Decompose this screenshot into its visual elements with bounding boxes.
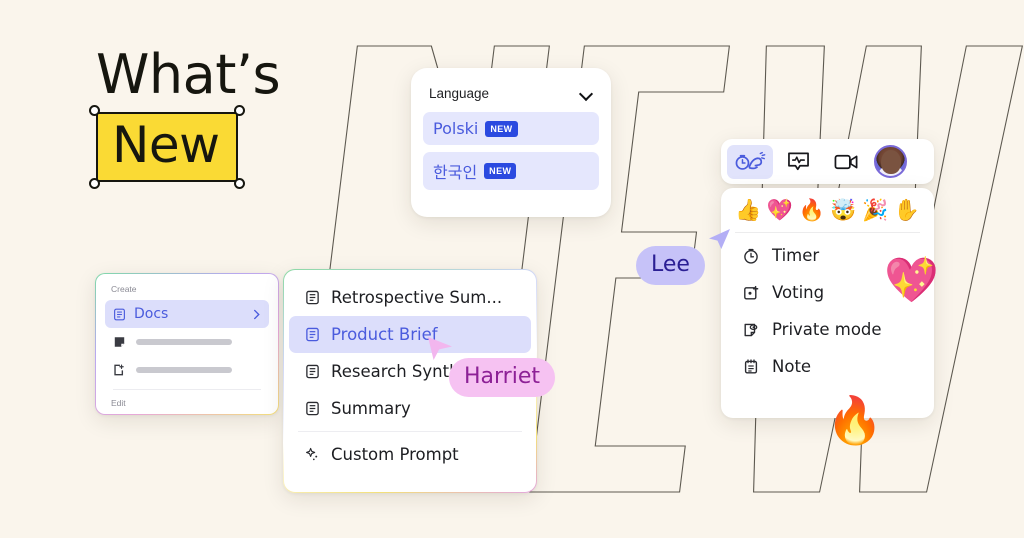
document-icon — [306, 364, 319, 379]
tool-item-label: Voting — [772, 283, 825, 302]
template-item-product-brief[interactable]: Product Brief — [289, 316, 531, 353]
language-option-korean[interactable]: 한국인 NEW — [423, 152, 599, 190]
whats-new-promo-graphic: What’s New Language Polski NEW 한국인 NEW C… — [0, 0, 1024, 538]
document-icon — [306, 327, 319, 342]
tool-item-note[interactable]: Note — [721, 348, 934, 385]
private-mode-icon — [744, 323, 758, 336]
new-badge: NEW — [485, 120, 518, 137]
edit-section-label: Edit — [111, 398, 126, 408]
raised-hand-emoji[interactable]: ✋ — [894, 198, 920, 224]
note-icon — [744, 358, 758, 373]
toolbar-button-reactions[interactable] — [727, 144, 773, 179]
avatar[interactable] — [874, 145, 907, 178]
cursor-label-lee: Lee — [636, 246, 705, 285]
open-board-icon — [114, 364, 124, 376]
create-item-placeholder-2[interactable] — [105, 356, 269, 384]
language-option-polski[interactable]: Polski NEW — [423, 112, 599, 145]
sticky-note-icon — [114, 337, 125, 347]
template-item-custom-prompt[interactable]: Custom Prompt — [289, 436, 531, 473]
chevron-down-icon[interactable] — [580, 87, 593, 100]
thumbs-up-emoji[interactable]: 👍 — [735, 198, 761, 224]
reactions-tools-panel: 👍 💖 🔥 🤯 🎉 ✋ Timer Voting Private mode No… — [721, 188, 934, 418]
create-menu-card: Create Docs Edit — [95, 273, 279, 415]
timer-icon — [744, 248, 758, 264]
reactions-timer-icon — [735, 151, 766, 170]
selection-handle-top-left[interactable] — [89, 105, 100, 116]
create-item-label: Docs — [134, 306, 169, 322]
sparkling-heart-emoji[interactable]: 💖 — [767, 198, 793, 224]
cursor-pointer-icon — [428, 337, 452, 360]
create-item-placeholder-1[interactable] — [105, 328, 269, 356]
video-camera-icon — [834, 154, 857, 169]
template-item-label: Summary — [331, 399, 411, 418]
template-item-label: Custom Prompt — [331, 445, 459, 464]
tool-item-label: Private mode — [772, 320, 882, 339]
divider — [298, 431, 522, 432]
chevron-right-icon — [254, 309, 260, 319]
selection-handle-bottom-right[interactable] — [233, 178, 245, 189]
headline-line-2: New — [112, 116, 220, 174]
mind-blown-emoji[interactable]: 🤯 — [830, 198, 856, 224]
headline-line-1: What’s — [96, 43, 281, 106]
language-dropdown-card: Language Polski NEW 한국인 NEW — [411, 68, 611, 217]
tool-item-voting[interactable]: Voting — [721, 274, 934, 311]
page-title: What’s New — [89, 43, 356, 189]
divider — [735, 232, 920, 233]
new-badge: NEW — [484, 163, 517, 179]
tool-item-label: Timer — [772, 246, 820, 265]
fire-emoji[interactable]: 🔥 — [799, 198, 825, 224]
toolbar-button-chat[interactable] — [775, 145, 821, 179]
chat-icon — [787, 152, 809, 171]
tool-item-label: Note — [772, 357, 812, 376]
placeholder-bar — [136, 339, 232, 345]
party-popper-emoji[interactable]: 🎉 — [862, 198, 888, 224]
selection-handle-top-right[interactable] — [233, 105, 245, 116]
create-section-label: Create — [111, 284, 137, 294]
template-item-label: Retrospective Sum... — [331, 288, 503, 307]
template-item-retrospective-summary[interactable]: Retrospective Sum... — [289, 279, 531, 316]
cursor-label-harriet: Harriet — [449, 358, 556, 397]
tool-item-timer[interactable]: Timer — [721, 237, 934, 274]
document-icon — [306, 401, 319, 416]
language-label: Language — [429, 86, 490, 101]
placeholder-bar — [136, 367, 232, 373]
language-option-label: 한국인 — [433, 163, 478, 182]
toolbar-button-video[interactable] — [823, 145, 869, 179]
create-item-docs[interactable]: Docs — [105, 300, 269, 328]
emoji-reaction-row: 👍 💖 🔥 🤯 🎉 ✋ — [721, 196, 934, 230]
sparkle-icon — [306, 447, 318, 461]
selection-handle-bottom-left[interactable] — [89, 178, 100, 189]
document-icon — [114, 308, 125, 320]
cursor-pointer-icon — [709, 229, 730, 249]
language-dropdown-header[interactable]: Language — [423, 80, 599, 105]
template-item-label: Product Brief — [331, 325, 438, 344]
tool-item-private-mode[interactable]: Private mode — [721, 311, 934, 348]
voting-icon — [744, 285, 759, 299]
headline-highlight-box: New — [89, 105, 245, 189]
collaboration-toolbar — [721, 139, 934, 184]
document-icon — [306, 290, 319, 305]
language-option-label: Polski — [433, 119, 479, 138]
